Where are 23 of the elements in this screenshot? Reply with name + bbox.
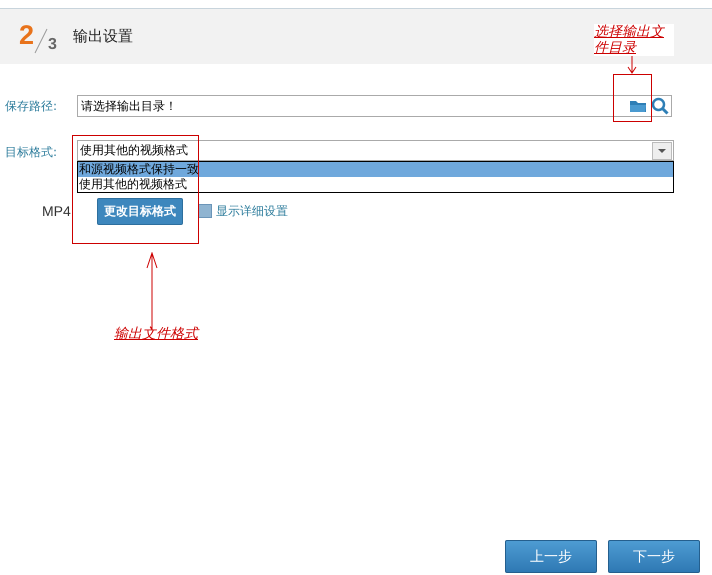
field-label: 保存路径: <box>4 98 58 114</box>
checkbox-label: 显示详细设置 <box>216 202 288 220</box>
path-field[interactable]: 请选择输出目录！ <box>77 95 672 117</box>
nav-button[interactable]: 下一步 <box>608 540 700 573</box>
page-title: 输出设置 <box>73 27 133 46</box>
annotation-text: 选择输出文件目录 <box>594 24 674 56</box>
change-format-button[interactable]: 更改目标格式 <box>97 198 183 224</box>
caret-icon <box>652 142 672 160</box>
format-name: MP4 <box>42 203 72 219</box>
dropdown-option[interactable]: 和源视频格式保持一致 <box>78 162 673 177</box>
annotation-box <box>613 74 652 122</box>
arrow-line <box>627 56 637 74</box>
field-label: 目标格式: <box>4 144 58 161</box>
checkbox[interactable] <box>198 204 212 218</box>
annotation-text: 输出文件格式 <box>114 326 198 342</box>
slash-icon <box>34 28 48 54</box>
nav-button[interactable]: 上一步 <box>505 540 597 573</box>
format-dropdown[interactable]: 使用其他的视频格式 <box>77 140 674 161</box>
folder-icon[interactable] <box>629 99 647 113</box>
step-number: 2 <box>19 20 34 50</box>
dropdown-option[interactable]: 使用其他的视频格式 <box>78 177 673 192</box>
step-total: 3 <box>48 36 57 54</box>
search-icon[interactable] <box>651 97 669 115</box>
